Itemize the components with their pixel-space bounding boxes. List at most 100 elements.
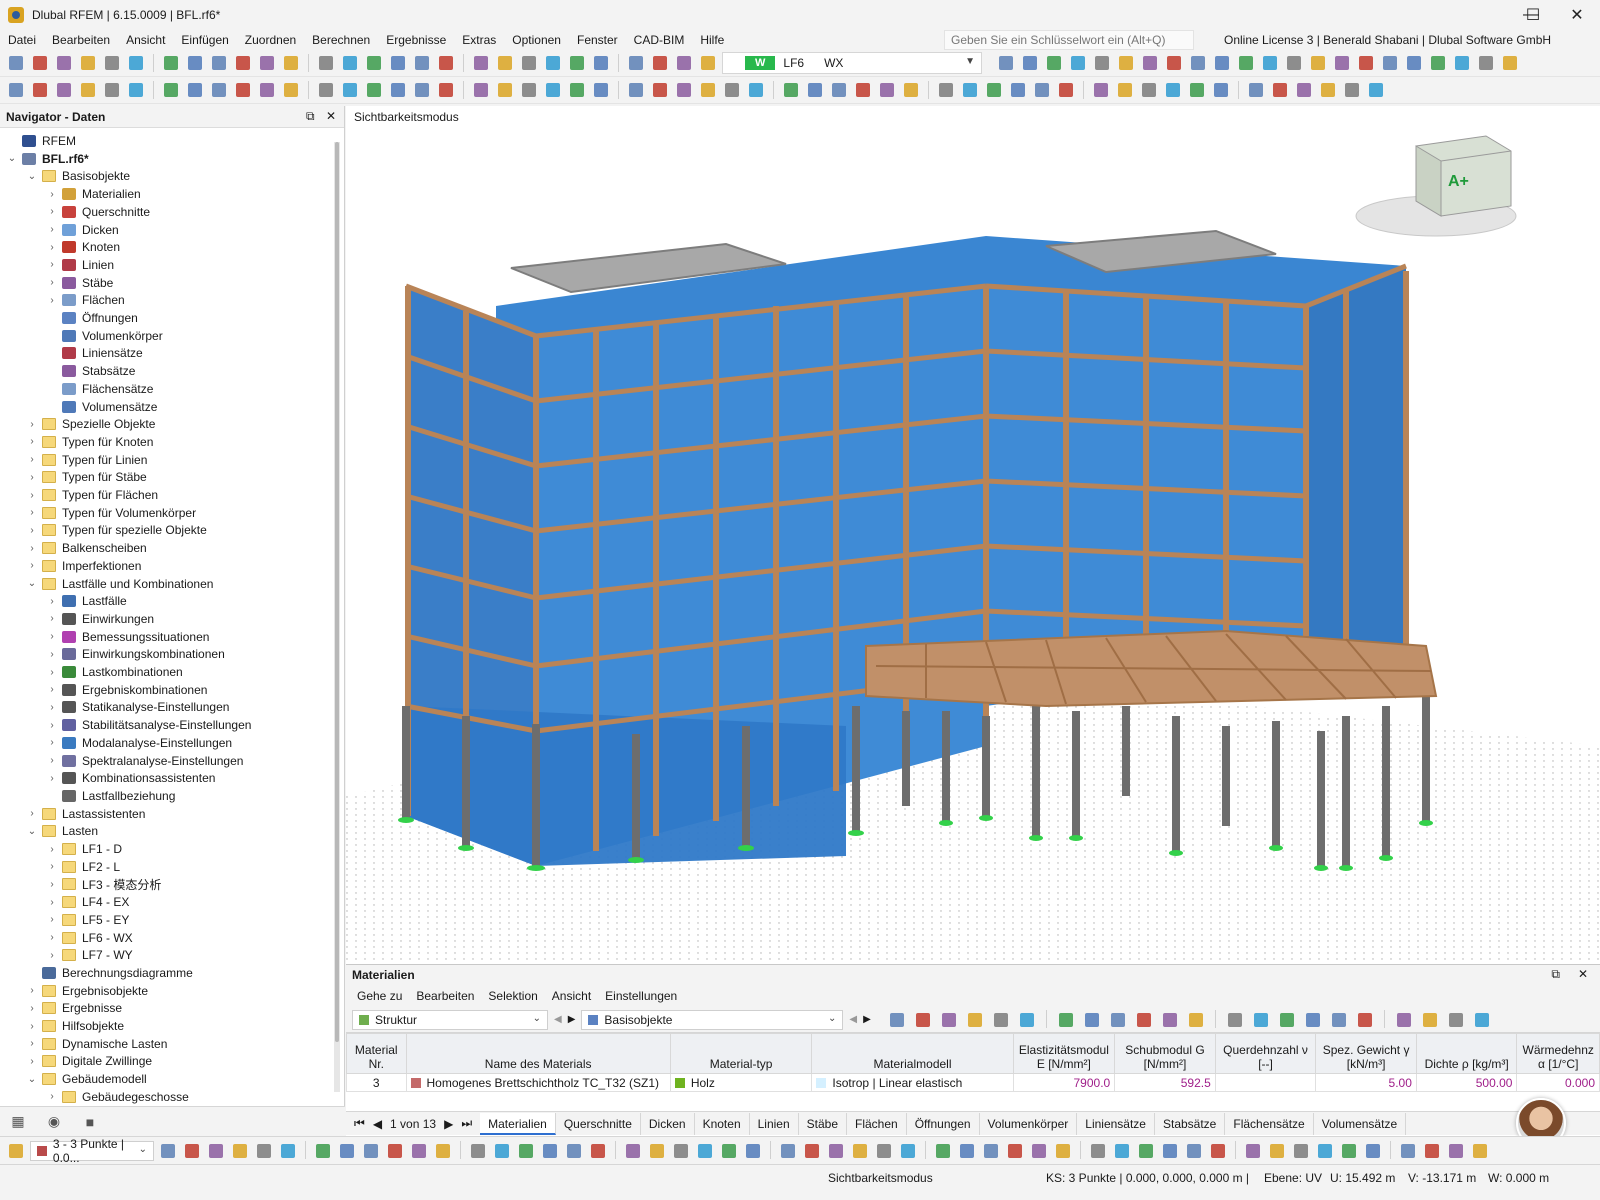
bottom-tool-icon[interactable] [647,1141,667,1161]
tree-item[interactable]: ⌄ Lasten [26,822,98,840]
maximize-button[interactable]: ☐ [1510,0,1556,30]
toolbar2-tool-icon[interactable] [209,80,229,100]
bottom-tool-icon[interactable] [361,1141,381,1161]
column-header[interactable]: Dichte ρ [kg/m³] [1415,1033,1518,1074]
bottom-tool-icon[interactable] [337,1141,357,1161]
table-tool-icon[interactable] [1394,1010,1414,1030]
bottom-tool-icon[interactable] [564,1141,584,1161]
tree-item[interactable]: › Typen für spezielle Objekte [26,521,206,539]
toolbar2-tool-icon[interactable] [519,80,539,100]
bottom-tool-icon[interactable] [1029,1141,1049,1161]
table-tool-icon[interactable] [913,1010,933,1030]
close-button[interactable]: ✕ [1554,0,1600,30]
chevron-right-icon[interactable]: › [26,436,38,447]
tree-item[interactable]: › LF3 - 模态分析 [46,875,161,893]
menu-berechnen[interactable]: Berechnen [304,33,378,47]
toolbar1-tool-icon[interactable] [543,53,563,73]
table-tool-icon[interactable] [1355,1010,1375,1030]
next-arrow-icon[interactable]: ▶ [863,1014,871,1025]
tree-item[interactable]: › Gebäudegeschosse [46,1088,188,1106]
toolbar2-tool-icon[interactable] [1008,80,1028,100]
tree-item[interactable]: › Kombinationsassistenten [46,769,215,787]
menu-datei[interactable]: Datei [0,33,44,47]
tree-item[interactable]: RFEM [6,132,76,150]
toolbar1-tool-icon[interactable] [1308,53,1328,73]
toolbar1-tool-icon[interactable] [102,53,122,73]
tree-item[interactable]: › Knoten [46,238,120,256]
tab-querschnitte[interactable]: Querschnitte [556,1112,641,1135]
tab-linien[interactable]: Linien [750,1112,799,1135]
toolbar1-tool-icon[interactable] [340,53,360,73]
toolbar2-tool-icon[interactable] [781,80,801,100]
bottom-tool-icon[interactable] [1398,1141,1418,1161]
table-cell-model[interactable]: Isotrop | Linear elastisch [811,1073,1014,1092]
chevron-right-icon[interactable]: › [46,702,58,713]
toolbar2-tool-icon[interactable] [1246,80,1266,100]
toolbar2-tool-icon[interactable] [1318,80,1338,100]
table-cell-rho[interactable]: 500.00 [1415,1073,1518,1092]
chevron-right-icon[interactable]: › [46,897,58,908]
toolbar2-tool-icon[interactable] [233,80,253,100]
toolbar2-tool-icon[interactable] [1342,80,1362,100]
toolbar1-tool-icon[interactable] [1140,53,1160,73]
bottom-tool-icon[interactable] [409,1141,429,1161]
toolbar2-tool-icon[interactable] [698,80,718,100]
toolbar1-tool-icon[interactable] [1116,53,1136,73]
menu-einfügen[interactable]: Einfügen [173,33,236,47]
tree-item[interactable]: ⌄ BFL.rf6* [6,150,89,168]
search-input[interactable]: Geben Sie ein Schlüsselwort ein (Alt+Q) [944,30,1194,50]
toolbar1-tool-icon[interactable] [78,53,98,73]
toolbar2-tool-icon[interactable] [936,80,956,100]
views-tab-camera-icon[interactable]: ■ [72,1110,108,1134]
table-cell-e[interactable]: 7900.0 [1012,1073,1116,1092]
table-cell-g[interactable]: 592.5 [1114,1073,1216,1092]
column-header[interactable]: Schubmodul G [N/mm²] [1114,1033,1216,1074]
toolbar2-tool-icon[interactable] [722,80,742,100]
tree-item[interactable]: › Lastfälle [46,592,126,610]
panel-menu-item[interactable]: Ansicht [545,989,598,1003]
table-tool-icon[interactable] [1056,1010,1076,1030]
chevron-right-icon[interactable]: › [46,206,58,217]
chevron-right-icon[interactable]: › [26,808,38,819]
table-cell-alpha[interactable]: 0.000 [1516,1073,1600,1092]
chevron-right-icon[interactable]: › [46,684,58,695]
tab-liniensätze[interactable]: Liniensätze [1077,1112,1155,1135]
toolbar1-tool-icon[interactable] [209,53,229,73]
toolbar1-tool-icon[interactable] [996,53,1016,73]
prev-page-icon[interactable]: ◀ [373,1117,382,1131]
column-header[interactable]: Querdehnzahl ν [--] [1214,1033,1317,1074]
toolbar2-tool-icon[interactable] [1270,80,1290,100]
tree-item[interactable]: › Spektralanalyse-Einstellungen [46,752,243,770]
chevron-down-icon[interactable]: ⌄ [26,1074,38,1085]
chevron-right-icon[interactable]: › [26,490,38,501]
menu-hilfe[interactable]: Hilfe [692,33,732,47]
toolbar2-tool-icon[interactable] [853,80,873,100]
column-header[interactable]: Spez. Gewicht γ [kN/m³] [1315,1033,1417,1074]
chevron-down-icon[interactable]: ⌄ [6,153,18,164]
tree-item[interactable]: › Modalanalyse-Einstellungen [46,734,232,752]
toolbar1-tool-icon[interactable] [257,53,277,73]
bottom-tool-icon[interactable] [850,1141,870,1161]
close-icon[interactable]: ✕ [326,109,336,123]
first-page-icon[interactable]: ⏮ [354,1116,365,1131]
menu-bearbeiten[interactable]: Bearbeiten [44,33,118,47]
table-tool-icon[interactable] [1108,1010,1128,1030]
toolbar1-tool-icon[interactable] [1164,53,1184,73]
toolbar1-tool-icon[interactable] [1212,53,1232,73]
bottom-tool-icon[interactable] [898,1141,918,1161]
tab-stäbe[interactable]: Stäbe [799,1112,848,1135]
toolbar1-tool-icon[interactable] [1260,53,1280,73]
chevron-right-icon[interactable]: › [26,1056,38,1067]
bottom-tool-icon[interactable] [1446,1141,1466,1161]
tree-item[interactable]: › Dynamische Lasten [26,1035,167,1053]
toolbar2-tool-icon[interactable] [626,80,646,100]
toolbar2-tool-icon[interactable] [1056,80,1076,100]
bottom-tool-icon[interactable] [743,1141,763,1161]
toolbar1-tool-icon[interactable] [1404,53,1424,73]
tab-volumensätze[interactable]: Volumensätze [1314,1112,1407,1135]
toolbar2-tool-icon[interactable] [1163,80,1183,100]
table-tool-icon[interactable] [1420,1010,1440,1030]
tree-item[interactable]: Öffnungen [46,309,138,327]
pin-icon[interactable]: ⧉ [306,109,315,124]
toolbar1-tool-icon[interactable] [54,53,74,73]
